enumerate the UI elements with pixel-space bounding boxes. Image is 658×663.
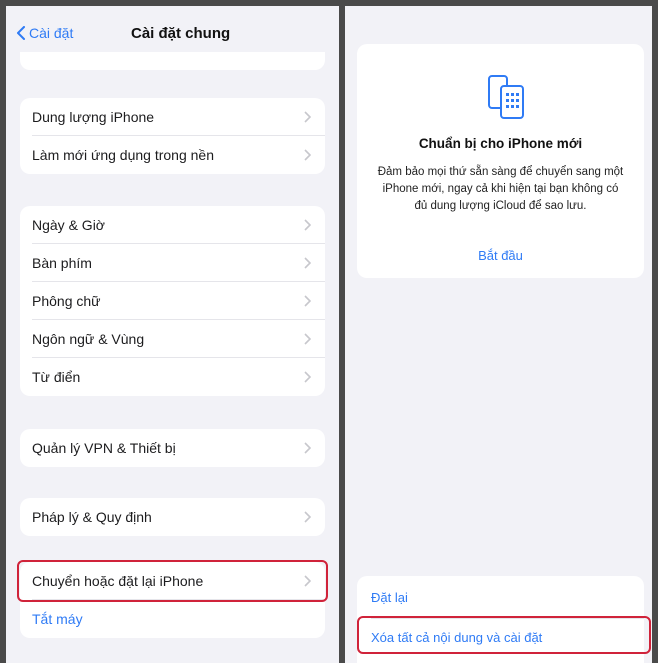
row-background-refresh[interactable]: Làm mới ứng dụng trong nền bbox=[20, 136, 325, 174]
row-keyboard[interactable]: Bàn phím bbox=[20, 244, 325, 282]
chevron-right-icon bbox=[304, 295, 311, 307]
chevron-left-icon bbox=[17, 26, 25, 40]
chevron-right-icon bbox=[304, 442, 311, 454]
settings-list-pane: Cài đặt Cài đặt chung Dung lượng iPhone … bbox=[6, 6, 339, 663]
row-label: Từ điển bbox=[32, 369, 81, 385]
prepare-new-iphone-card: Chuẩn bị cho iPhone mới Đảm bảo mọi thứ … bbox=[357, 44, 644, 278]
prepare-title: Chuẩn bị cho iPhone mới bbox=[418, 136, 583, 151]
back-label: Cài đặt bbox=[29, 25, 74, 41]
row-legal-regulatory[interactable]: Pháp lý & Quy định bbox=[20, 498, 325, 536]
row-vpn-device-management[interactable]: Quản lý VPN & Thiết bị bbox=[20, 429, 325, 467]
chevron-right-icon bbox=[304, 111, 311, 123]
partial-group-card bbox=[20, 52, 325, 70]
highlight-box bbox=[357, 616, 651, 654]
storage-group: Dung lượng iPhone Làm mới ứng dụng trong… bbox=[20, 98, 325, 174]
row-language-region[interactable]: Ngôn ngữ & Vùng bbox=[20, 320, 325, 358]
prepare-description: Đảm bảo mọi thứ sẵn sàng để chuyển sang … bbox=[371, 164, 630, 215]
row-label: Phông chữ bbox=[32, 293, 101, 309]
highlight-box bbox=[17, 560, 328, 602]
chevron-right-icon bbox=[304, 149, 311, 161]
vpn-group: Quản lý VPN & Thiết bị bbox=[20, 429, 325, 467]
page-title: Cài đặt chung bbox=[131, 25, 231, 42]
chevron-right-icon bbox=[304, 371, 311, 383]
row-dictionary[interactable]: Từ điển bbox=[20, 358, 325, 396]
chevron-right-icon bbox=[304, 219, 311, 231]
row-fonts[interactable]: Phông chữ bbox=[20, 282, 325, 320]
description-line: Đảm bảo mọi thứ sẵn sàng để chuyển sang … bbox=[377, 166, 624, 178]
legal-group: Pháp lý & Quy định bbox=[20, 498, 325, 536]
row-iphone-storage[interactable]: Dung lượng iPhone bbox=[20, 98, 325, 136]
back-button[interactable]: Cài đặt bbox=[16, 25, 73, 41]
navigation-bar: Cài đặt Cài đặt chung bbox=[6, 6, 339, 52]
description-line: iPhone mới, ngay cả khi hiện tại bạn khô… bbox=[382, 183, 619, 195]
row-label: Quản lý VPN & Thiết bị bbox=[32, 440, 176, 456]
transfer-reset-pane: Chuẩn bị cho iPhone mới Đảm bảo mọi thứ … bbox=[345, 6, 652, 663]
description-line: đủ dung lượng iCloud để sao lưu. bbox=[414, 200, 587, 212]
locale-group: Ngày & Giờ Bàn phím Phông chữ Ngôn ngữ &… bbox=[20, 206, 325, 396]
reset-button[interactable]: Đặt lại bbox=[371, 590, 408, 605]
row-label: Ngày & Giờ bbox=[32, 217, 105, 233]
row-date-time[interactable]: Ngày & Giờ bbox=[20, 206, 325, 244]
row-label: Làm mới ứng dụng trong nền bbox=[32, 147, 214, 163]
phone-transfer-icon bbox=[488, 75, 524, 119]
chevron-right-icon bbox=[304, 511, 311, 523]
row-label: Tắt máy bbox=[32, 611, 83, 627]
row-label: Ngôn ngữ & Vùng bbox=[32, 331, 145, 347]
row-label: Pháp lý & Quy định bbox=[32, 509, 152, 525]
get-started-button[interactable]: Bắt đầu bbox=[357, 248, 644, 263]
row-shut-down[interactable]: Tắt máy bbox=[20, 600, 325, 638]
row-label: Dung lượng iPhone bbox=[32, 109, 155, 125]
chevron-right-icon bbox=[304, 333, 311, 345]
row-label: Bàn phím bbox=[32, 255, 92, 271]
chevron-right-icon bbox=[304, 257, 311, 269]
